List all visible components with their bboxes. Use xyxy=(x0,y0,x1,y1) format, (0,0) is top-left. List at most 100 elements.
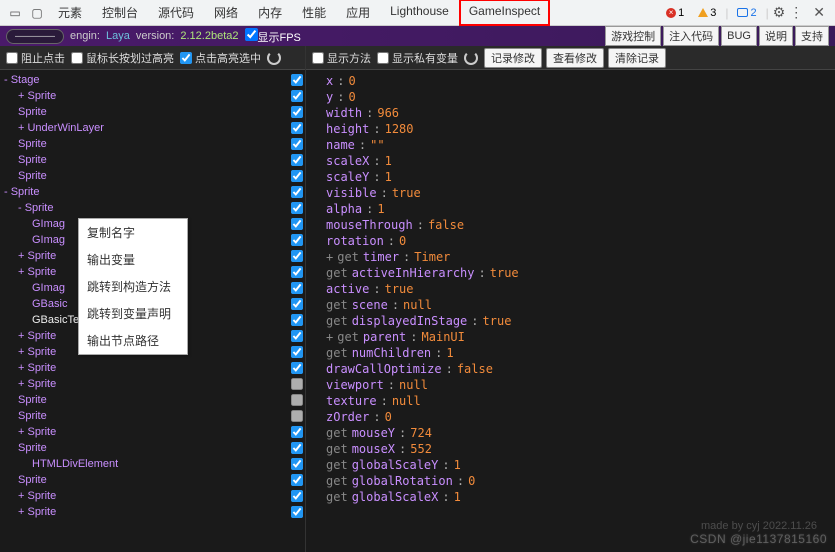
block-click-checkbox[interactable]: 阻止点击 xyxy=(6,50,65,66)
tree-visibility-checkbox[interactable] xyxy=(291,346,303,358)
property-row[interactable]: get mouseX : 552 xyxy=(326,442,835,458)
property-row[interactable]: rotation : 0 xyxy=(326,234,835,250)
property-row[interactable]: scaleY : 1 xyxy=(326,170,835,186)
btn-查看修改[interactable]: 查看修改 xyxy=(546,48,604,68)
btn-记录修改[interactable]: 记录修改 xyxy=(484,48,542,68)
property-row[interactable]: scaleX : 1 xyxy=(326,154,835,170)
property-row[interactable]: mouseThrough : false xyxy=(326,218,835,234)
ctx-item[interactable]: 输出变量 xyxy=(79,246,187,273)
tree-node[interactable]: Sprite xyxy=(0,472,305,488)
refresh-icon[interactable] xyxy=(267,51,281,65)
tree-node[interactable]: + Sprite xyxy=(0,504,305,520)
tree-node[interactable]: + Sprite xyxy=(0,360,305,376)
tree-node[interactable]: - Sprite xyxy=(0,184,305,200)
tree-visibility-checkbox[interactable] xyxy=(291,314,303,326)
tab-源代码[interactable]: 源代码 xyxy=(148,0,204,26)
tree-visibility-checkbox[interactable] xyxy=(291,442,303,454)
tree-visibility-checkbox[interactable] xyxy=(291,250,303,262)
refresh-props-icon[interactable] xyxy=(464,51,478,65)
tab-内存[interactable]: 内存 xyxy=(248,0,292,26)
ctx-item[interactable]: 跳转到构造方法 xyxy=(79,273,187,300)
expand-icon[interactable]: + xyxy=(326,250,333,266)
property-row[interactable]: get globalScaleX : 1 xyxy=(326,490,835,506)
click-highlight-checkbox[interactable]: 点击高亮选中 xyxy=(180,50,261,66)
ctx-item[interactable]: 跳转到变量声明 xyxy=(79,300,187,327)
tree-visibility-checkbox[interactable] xyxy=(291,298,303,310)
kebab-icon[interactable]: ⋮ xyxy=(789,4,803,21)
property-row[interactable]: name : "" xyxy=(326,138,835,154)
ctx-item[interactable]: 复制名字 xyxy=(79,219,187,246)
tree-visibility-checkbox[interactable] xyxy=(291,506,303,518)
tree-visibility-checkbox[interactable] xyxy=(291,186,303,198)
tree-visibility-checkbox[interactable] xyxy=(291,202,303,214)
tree-visibility-checkbox[interactable] xyxy=(291,234,303,246)
tree-node[interactable]: - Stage xyxy=(0,72,305,88)
property-row[interactable]: get globalScaleY : 1 xyxy=(326,458,835,474)
property-row[interactable]: get displayedInStage : true xyxy=(326,314,835,330)
show-private-checkbox[interactable]: 显示私有变量 xyxy=(377,50,458,66)
tab-性能[interactable]: 性能 xyxy=(292,0,336,26)
property-row[interactable]: alpha : 1 xyxy=(326,202,835,218)
tree-node[interactable]: Sprite xyxy=(0,136,305,152)
tab-网络[interactable]: 网络 xyxy=(204,0,248,26)
inspect-icon[interactable]: ▭ xyxy=(8,6,22,20)
property-row[interactable]: texture : null xyxy=(326,394,835,410)
property-row[interactable]: visible : true xyxy=(326,186,835,202)
tree-visibility-checkbox[interactable] xyxy=(291,474,303,486)
tree-node[interactable]: + Sprite xyxy=(0,488,305,504)
tree-node[interactable]: Sprite xyxy=(0,408,305,424)
property-row[interactable]: zOrder : 0 xyxy=(326,410,835,426)
tab-gameinspect[interactable]: GameInspect xyxy=(459,0,550,26)
property-row[interactable]: width : 966 xyxy=(326,106,835,122)
ctx-item[interactable]: 输出节点路径 xyxy=(79,327,187,354)
tree-visibility-checkbox[interactable] xyxy=(291,410,303,422)
property-row[interactable]: viewport : null xyxy=(326,378,835,394)
tree-visibility-checkbox[interactable] xyxy=(291,330,303,342)
action-说明[interactable]: 说明 xyxy=(759,26,793,46)
action-BUG[interactable]: BUG xyxy=(721,26,757,46)
tree-visibility-checkbox[interactable] xyxy=(291,378,303,390)
tab-控制台[interactable]: 控制台 xyxy=(92,0,148,26)
hover-highlight-checkbox[interactable]: 鼠标长按划过高亮 xyxy=(71,50,174,66)
action-注入代码[interactable]: 注入代码 xyxy=(663,26,719,46)
tab-lighthouse[interactable]: Lighthouse xyxy=(380,0,459,26)
tree-node[interactable]: Sprite xyxy=(0,152,305,168)
property-row[interactable]: height : 1280 xyxy=(326,122,835,138)
tree-node[interactable]: Sprite xyxy=(0,392,305,408)
property-row[interactable]: y : 0 xyxy=(326,90,835,106)
tree-node[interactable]: + Sprite xyxy=(0,424,305,440)
properties-list[interactable]: x : 0y : 0width : 966height : 1280name :… xyxy=(306,70,835,552)
tree-node[interactable]: Sprite xyxy=(0,104,305,120)
tree-node[interactable]: - Sprite xyxy=(0,200,305,216)
tree-visibility-checkbox[interactable] xyxy=(291,362,303,374)
tree-visibility-checkbox[interactable] xyxy=(291,426,303,438)
property-row[interactable]: get scene : null xyxy=(326,298,835,314)
tree-visibility-checkbox[interactable] xyxy=(291,394,303,406)
property-row[interactable]: drawCallOptimize : false xyxy=(326,362,835,378)
property-row[interactable]: active : true xyxy=(326,282,835,298)
action-游戏控制[interactable]: 游戏控制 xyxy=(605,26,661,46)
tree-node[interactable]: + Sprite xyxy=(0,376,305,392)
tree-node[interactable]: Sprite xyxy=(0,440,305,456)
tree-visibility-checkbox[interactable] xyxy=(291,266,303,278)
property-row[interactable]: get numChildren : 1 xyxy=(326,346,835,362)
tree-visibility-checkbox[interactable] xyxy=(291,106,303,118)
tree-visibility-checkbox[interactable] xyxy=(291,90,303,102)
tree-visibility-checkbox[interactable] xyxy=(291,154,303,166)
action-支持[interactable]: 支持 xyxy=(795,26,829,46)
tree-node[interactable]: HTMLDivElement xyxy=(0,456,305,472)
tree-node[interactable]: + UnderWinLayer xyxy=(0,120,305,136)
warning-count[interactable]: 3 xyxy=(693,6,721,20)
btn-清除记录[interactable]: 清除记录 xyxy=(608,48,666,68)
fps-checkbox[interactable]: 显示FPS xyxy=(245,28,301,45)
tree-visibility-checkbox[interactable] xyxy=(291,138,303,150)
property-row[interactable]: + get timer : Timer xyxy=(326,250,835,266)
property-row[interactable]: get activeInHierarchy : true xyxy=(326,266,835,282)
tree-node[interactable]: Sprite xyxy=(0,168,305,184)
property-row[interactable]: x : 0 xyxy=(326,74,835,90)
gear-icon[interactable]: ⚙ xyxy=(773,4,786,21)
tree-visibility-checkbox[interactable] xyxy=(291,458,303,470)
tree-visibility-checkbox[interactable] xyxy=(291,490,303,502)
property-row[interactable]: get globalRotation : 0 xyxy=(326,474,835,490)
tree-node[interactable]: + Sprite xyxy=(0,88,305,104)
